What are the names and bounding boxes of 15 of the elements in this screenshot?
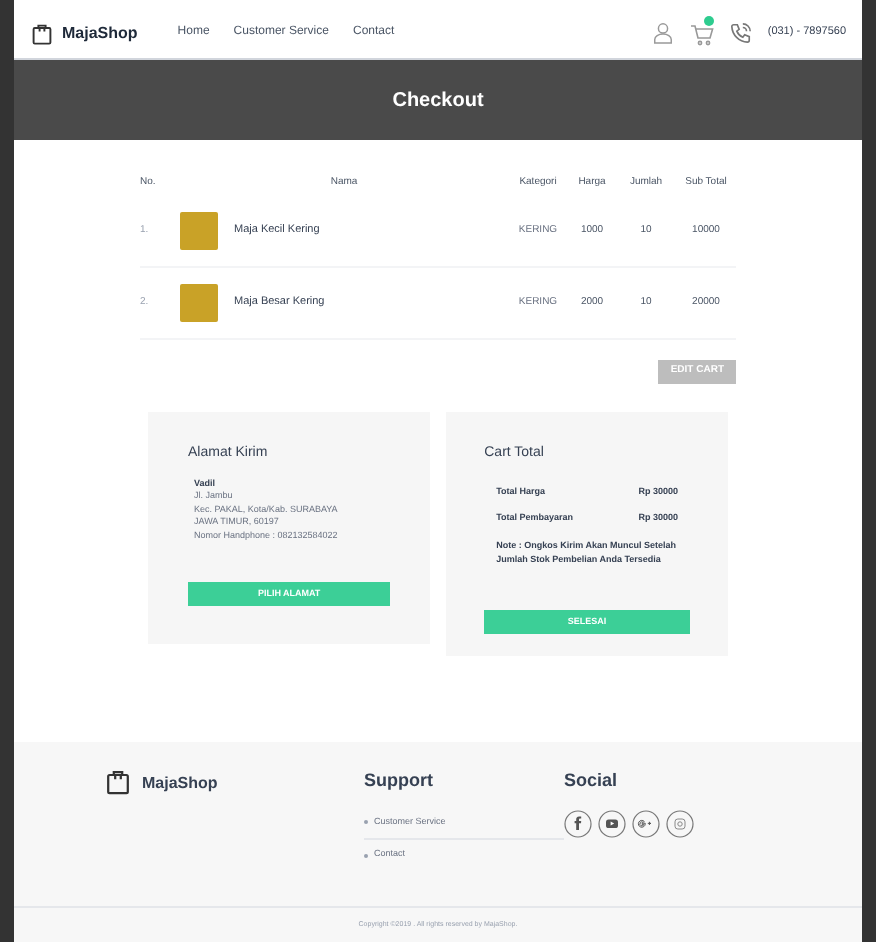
brand-name[interactable]: MajaShop (62, 21, 138, 45)
youtube-icon[interactable] (598, 809, 626, 837)
phone-icon (729, 22, 752, 44)
user-icon[interactable] (651, 21, 674, 45)
footer-heading: Social (564, 768, 620, 794)
footer-heading: Support (364, 768, 435, 794)
footer-brand: MajaShop (142, 772, 218, 796)
page-title: Checkout (392, 87, 484, 115)
facebook-icon[interactable] (564, 809, 592, 837)
bag-icon (30, 21, 54, 45)
instagram-icon[interactable] (666, 809, 694, 837)
cart-icon[interactable] (689, 21, 714, 45)
bag-icon (104, 768, 132, 796)
product-photo-placeholder (180, 212, 218, 250)
product-photo-placeholder (180, 284, 218, 322)
